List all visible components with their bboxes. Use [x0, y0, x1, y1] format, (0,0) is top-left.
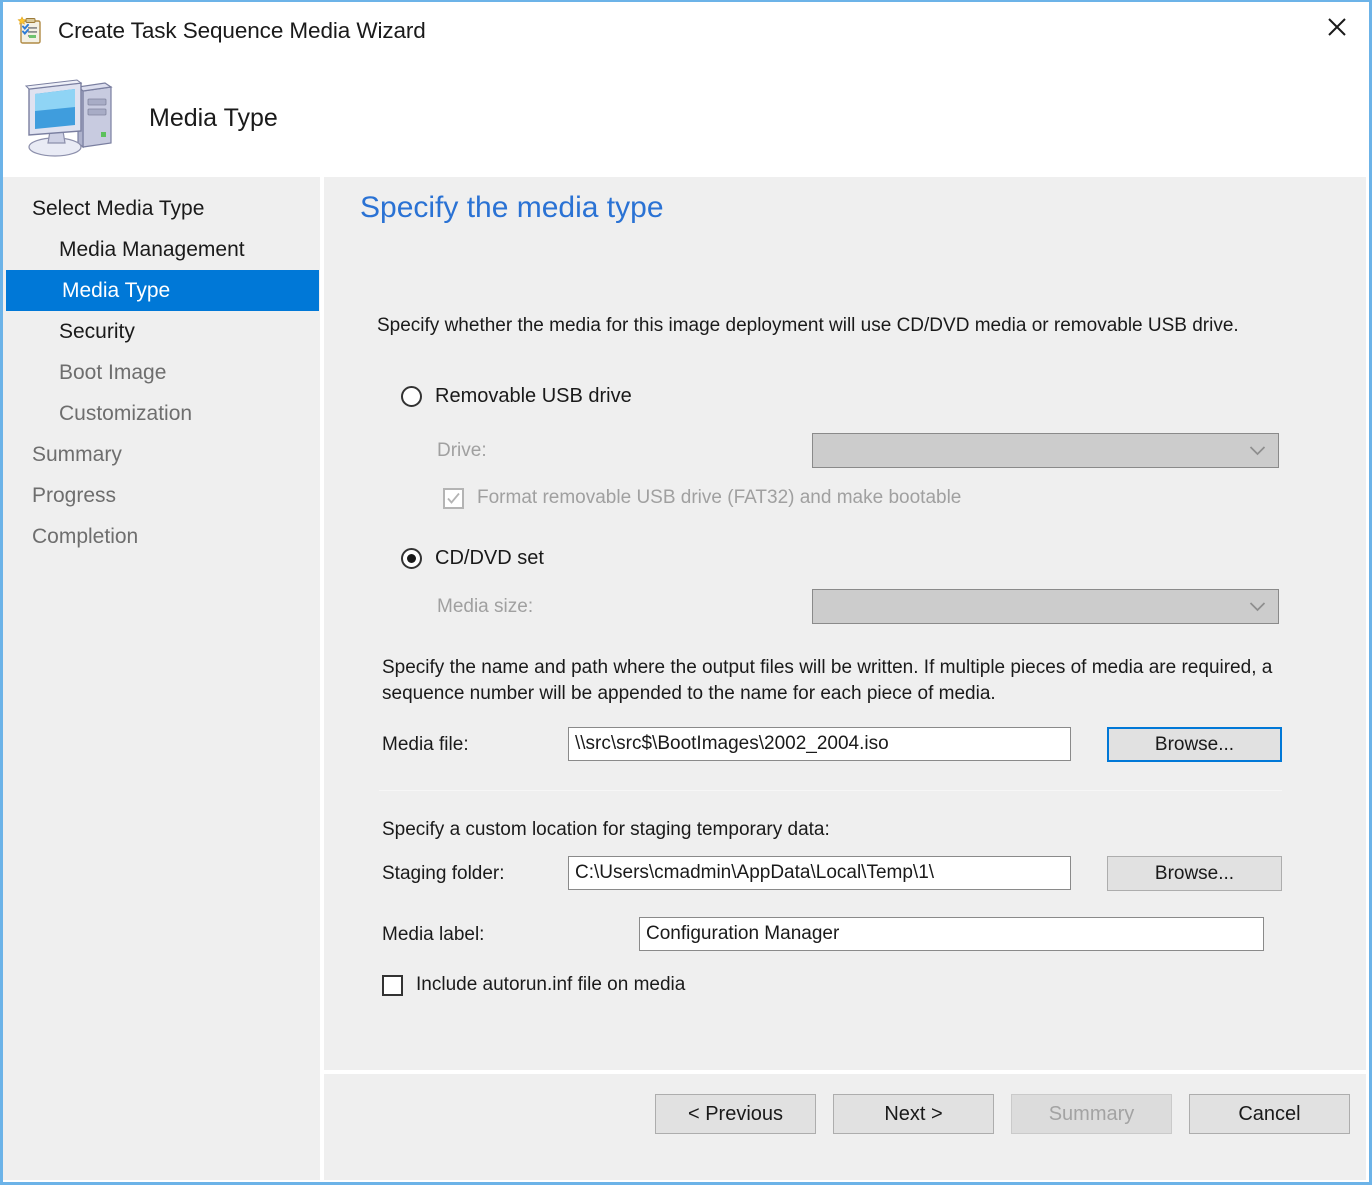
sidebar-item-summary[interactable]: Summary — [3, 434, 320, 475]
media-size-label: Media size: — [437, 596, 533, 618]
staging-folder-label: Staging folder: — [382, 863, 505, 885]
task-sequence-clipboard-icon — [17, 16, 47, 46]
media-label-label: Media label: — [382, 924, 484, 946]
media-file-label: Media file: — [382, 734, 469, 756]
radio-label-cd-dvd: CD/DVD set — [435, 547, 544, 570]
output-description: Specify the name and path where the outp… — [382, 655, 1287, 707]
next-button[interactable]: Next > — [833, 1094, 994, 1134]
media-label-input[interactable]: Configuration Manager — [639, 917, 1264, 951]
wizard-header: Media Type — [3, 60, 1369, 177]
sidebar-item-security[interactable]: Security — [3, 311, 320, 352]
previous-button[interactable]: < Previous — [655, 1094, 816, 1134]
sidebar-item-completion[interactable]: Completion — [3, 516, 320, 557]
chevron-down-icon — [1249, 445, 1266, 456]
staging-description: Specify a custom location for staging te… — [382, 817, 830, 843]
window-title: Create Task Sequence Media Wizard — [58, 18, 426, 44]
radio-cd-dvd-set[interactable]: CD/DVD set — [401, 547, 544, 570]
media-size-select — [812, 589, 1279, 624]
drive-label: Drive: — [437, 440, 487, 462]
sidebar-item-select-media-type[interactable]: Select Media Type — [3, 188, 320, 229]
content-heading: Specify the media type — [360, 191, 664, 225]
radio-label-usb: Removable USB drive — [435, 385, 632, 408]
wizard-step-nav: Select Media Type Media Management Media… — [3, 177, 320, 1180]
drive-select — [812, 433, 1279, 468]
browse-staging-folder-button[interactable]: Browse... — [1107, 856, 1282, 891]
checkbox-label-autorun: Include autorun.inf file on media — [416, 974, 685, 996]
staging-folder-input[interactable]: C:\Users\cmadmin\AppData\Local\Temp\1\ — [568, 856, 1071, 890]
browse-media-file-button[interactable]: Browse... — [1107, 727, 1282, 762]
checkbox-indicator-autorun — [382, 975, 403, 996]
content-panel: Specify the media type Specify whether t… — [324, 177, 1366, 1070]
computer-monitor-icon — [25, 77, 123, 161]
chevron-down-icon — [1249, 601, 1266, 612]
sidebar-item-boot-image[interactable]: Boot Image — [3, 352, 320, 393]
media-file-input[interactable]: \\src\src$\BootImages\2002_2004.iso — [568, 727, 1071, 761]
close-icon[interactable] — [1305, 2, 1369, 52]
page-title: Media Type — [149, 104, 278, 133]
wizard-body: Select Media Type Media Management Media… — [3, 177, 1369, 1180]
checkbox-include-autorun[interactable]: Include autorun.inf file on media — [382, 974, 685, 996]
summary-button: Summary — [1011, 1094, 1172, 1134]
footer-button-group: < Previous Next > Summary Cancel — [655, 1094, 1350, 1134]
title-bar: Create Task Sequence Media Wizard — [3, 2, 1369, 60]
sidebar-item-media-type[interactable]: Media Type — [6, 270, 319, 311]
checkbox-label-format: Format removable USB drive (FAT32) and m… — [477, 487, 961, 509]
checkbox-format-usb-drive: Format removable USB drive (FAT32) and m… — [443, 487, 961, 509]
intro-description: Specify whether the media for this image… — [377, 313, 1282, 339]
radio-removable-usb-drive[interactable]: Removable USB drive — [401, 385, 632, 408]
sidebar-item-media-management[interactable]: Media Management — [3, 229, 320, 270]
radio-indicator-cd-dvd — [401, 548, 422, 569]
sidebar-item-progress[interactable]: Progress — [3, 475, 320, 516]
sidebar-item-customization[interactable]: Customization — [3, 393, 320, 434]
wizard-window: Create Task Sequence Media Wizard — [0, 0, 1372, 1185]
radio-indicator-usb — [401, 386, 422, 407]
wizard-footer: < Previous Next > Summary Cancel — [324, 1074, 1366, 1180]
cancel-button[interactable]: Cancel — [1189, 1094, 1350, 1134]
checkbox-indicator-format — [443, 488, 464, 509]
section-divider — [379, 790, 1282, 791]
